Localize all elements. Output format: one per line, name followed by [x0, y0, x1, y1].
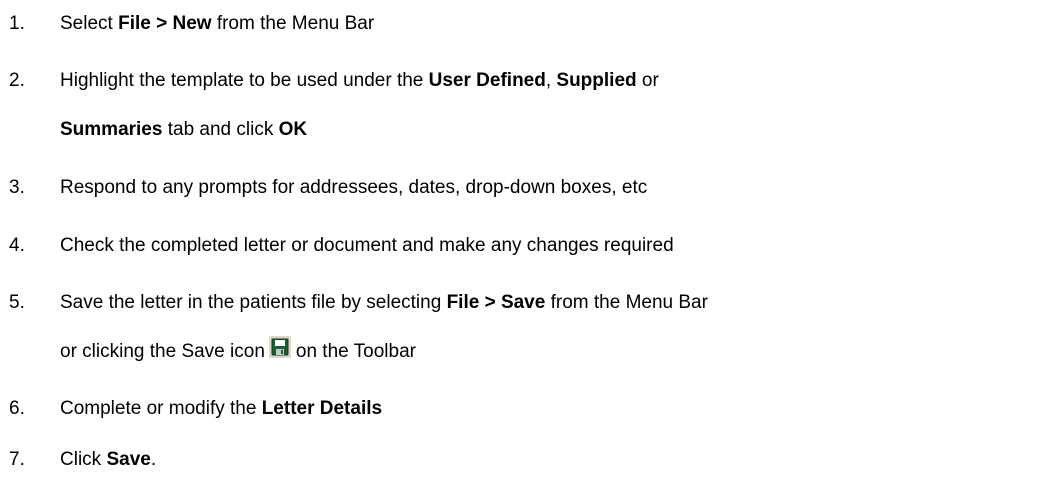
step-bold-text: User Defined	[428, 70, 546, 91]
save-disk-icon	[268, 333, 291, 358]
step-bold-text: Supplied	[556, 70, 637, 91]
step-bold-text: Summaries	[60, 119, 163, 140]
step-text: Click	[60, 449, 107, 470]
step-text: tab and click	[162, 119, 279, 140]
step-6: 6. Complete or modify the Letter Details	[0, 389, 1060, 428]
step-bold-text: File > New	[118, 13, 212, 34]
step-text: .	[150, 449, 157, 470]
step-text: Save the letter in the patients file by …	[60, 292, 447, 313]
step-number: 7.	[9, 449, 25, 470]
step-7: 7. Click Save.	[0, 440, 1060, 479]
step-number: 6.	[9, 398, 25, 419]
step-2: 2. Highlight the template to be used unde…	[0, 61, 1060, 149]
step-number: 3.	[9, 177, 25, 198]
step-text: Select	[60, 13, 119, 34]
step-3: 3. Respond to any prompts for addressees,…	[0, 168, 1060, 207]
step-text: Check the completed letter or document a…	[60, 235, 674, 256]
step-5: 5. Save the letter in the patients file b…	[0, 283, 1060, 371]
step-number: 2.	[9, 70, 25, 91]
step-text: Highlight the template to be used under …	[60, 70, 429, 91]
step-bold-text: File > Save	[446, 292, 546, 313]
step-text: from the Menu Bar	[545, 292, 708, 313]
instruction-document: 1. Select File > New from the Menu Bar 2.…	[0, 4, 1060, 475]
step-text: from the Menu Bar	[211, 13, 375, 34]
step-1: 1. Select File > New from the Menu Bar	[0, 4, 1060, 43]
step-number: 1.	[9, 13, 25, 34]
step-text: or clicking the Save icon	[60, 341, 265, 362]
step-number: 5.	[9, 292, 25, 313]
step-4: 4. Check the completed letter or document…	[0, 226, 1060, 265]
step-text: or	[636, 70, 659, 91]
instruction-steps: 1. Select File > New from the Menu Bar 2.…	[0, 4, 1060, 479]
step-text: ,	[545, 70, 557, 91]
step-number: 4.	[9, 235, 25, 256]
step-continuation: Summaries tab and click OK	[60, 110, 1060, 149]
step-continuation: or clicking the Save icon on the Toolbar	[60, 332, 1060, 371]
step-text: Complete or modify the	[60, 398, 262, 419]
step-bold-text: Save	[106, 449, 151, 470]
step-text: Respond to any prompts for addressees, d…	[60, 177, 648, 198]
step-bold-text: Letter Details	[261, 398, 383, 419]
step-bold-text: OK	[278, 119, 308, 140]
step-text: on the Toolbar	[295, 341, 416, 362]
